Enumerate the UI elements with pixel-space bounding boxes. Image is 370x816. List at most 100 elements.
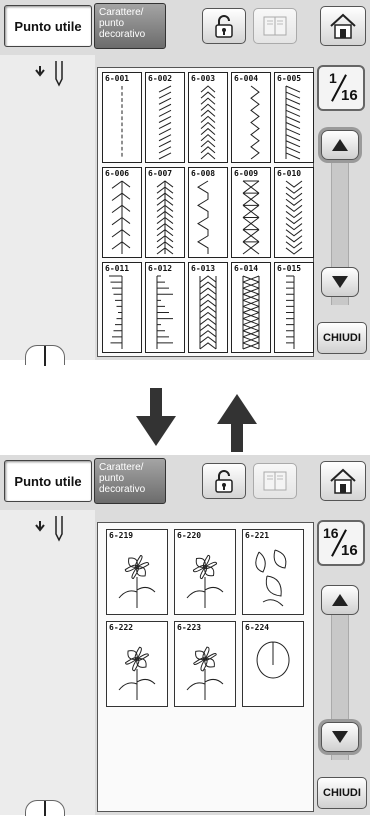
page-total: 16 bbox=[341, 542, 358, 559]
stitch-number: 6-220 bbox=[177, 531, 202, 540]
blanket-steps-stitch-icon bbox=[156, 275, 173, 349]
arrow-up-icon bbox=[332, 594, 348, 606]
left-panel bbox=[0, 55, 95, 366]
straight-stitch-icon bbox=[121, 86, 123, 157]
stitch-cell[interactable]: 6-012 bbox=[145, 262, 185, 353]
circle-stitch-icon bbox=[256, 641, 290, 679]
book-icon bbox=[263, 471, 287, 491]
transition-arrows bbox=[0, 360, 370, 455]
stitch-number: 6-221 bbox=[245, 531, 270, 540]
tab-utility-stitch[interactable]: Punto utile bbox=[4, 460, 92, 502]
stitch-number: 6-014 bbox=[234, 264, 259, 273]
stitch-number: 6-011 bbox=[105, 264, 130, 273]
stitch-number: 6-010 bbox=[277, 169, 302, 178]
book-button[interactable] bbox=[253, 8, 297, 44]
stitch-number: 6-015 bbox=[277, 264, 302, 273]
stitch-cell[interactable]: 6-221 bbox=[242, 529, 304, 615]
page-up-button[interactable] bbox=[321, 585, 359, 615]
feather-left-stitch-icon bbox=[111, 180, 131, 254]
chevron-band-stitch-icon bbox=[199, 275, 217, 350]
stitch-cell[interactable]: 6-011 bbox=[102, 262, 142, 353]
slant-stitch-icon bbox=[158, 85, 172, 160]
stitch-cell[interactable]: 6-223 bbox=[174, 621, 236, 707]
stitch-number: 6-223 bbox=[177, 623, 202, 632]
wave-zigzag-stitch-icon bbox=[197, 180, 209, 254]
floral-3-stitch-icon bbox=[118, 646, 156, 700]
stitch-cell[interactable]: 6-222 bbox=[106, 621, 168, 707]
book-button[interactable] bbox=[253, 463, 297, 499]
stitch-number: 6-004 bbox=[234, 74, 259, 83]
stitch-number: 6-222 bbox=[109, 623, 134, 632]
page-current: 16 bbox=[323, 525, 339, 541]
lock-button[interactable] bbox=[202, 463, 246, 499]
stitch-number: 6-003 bbox=[191, 74, 216, 83]
presser-foot-icon bbox=[25, 800, 65, 816]
arrow-up-icon bbox=[217, 394, 257, 452]
tab-decorative-line2: punto bbox=[99, 473, 125, 484]
stitch-cell[interactable]: 6-219 bbox=[106, 529, 168, 615]
arrow-down-icon bbox=[136, 388, 176, 446]
tab-decorative-stitch[interactable]: Carattere/ punto decorativo bbox=[94, 458, 166, 504]
stitch-number: 6-219 bbox=[109, 531, 134, 540]
home-button[interactable] bbox=[320, 461, 366, 501]
stitch-cell[interactable]: 6-010 bbox=[274, 167, 314, 258]
needle-icon bbox=[35, 61, 63, 87]
stitch-number: 6-006 bbox=[105, 169, 130, 178]
tab-decorative-stitch[interactable]: Carattere/ punto decorativo bbox=[94, 3, 166, 49]
arrow-down-icon bbox=[332, 276, 348, 288]
stitch-cell[interactable]: 6-004 bbox=[231, 72, 271, 163]
stitch-cell[interactable]: 6-007 bbox=[145, 167, 185, 258]
close-button[interactable]: CHIUDI bbox=[317, 322, 367, 354]
home-icon bbox=[330, 13, 356, 39]
stitch-cell[interactable]: 6-009 bbox=[231, 167, 271, 258]
home-button[interactable] bbox=[320, 6, 366, 46]
stitch-number: 6-009 bbox=[234, 169, 259, 178]
double-chevron-stitch-icon bbox=[242, 275, 260, 350]
stitch-cell[interactable]: 6-008 bbox=[188, 167, 228, 258]
left-panel bbox=[0, 510, 95, 816]
close-button[interactable]: CHIUDI bbox=[317, 777, 367, 809]
stitch-cell[interactable]: 6-015 bbox=[274, 262, 314, 353]
chevron-stack-stitch-icon bbox=[285, 180, 303, 255]
stitch-number: 6-002 bbox=[148, 74, 173, 83]
stitch-cell[interactable]: 6-002 bbox=[145, 72, 185, 163]
chevron-up-stitch-icon bbox=[200, 85, 216, 160]
page-up-button[interactable] bbox=[321, 130, 359, 160]
tab-utility-stitch[interactable]: Punto utile bbox=[4, 5, 92, 47]
ladder-diag-stitch-icon bbox=[285, 85, 301, 160]
stitch-cell[interactable]: 6-224 bbox=[242, 621, 304, 707]
tab-decorative-line1: Carattere/ bbox=[99, 462, 144, 473]
page-indicator: 16 16 bbox=[317, 520, 365, 566]
stitch-cell[interactable]: 6-003 bbox=[188, 72, 228, 163]
comb-stitch-icon bbox=[286, 275, 295, 349]
screen-top: Punto utile Carattere/ punto decorativo … bbox=[0, 0, 370, 366]
tab-decorative-line3: decorativo bbox=[99, 484, 146, 495]
arrow-down-icon bbox=[332, 731, 348, 743]
stitch-number: 6-224 bbox=[245, 623, 270, 632]
blanket-left-stitch-icon bbox=[109, 275, 123, 349]
stitch-number: 6-007 bbox=[148, 169, 173, 178]
lock-icon bbox=[215, 470, 233, 493]
stitch-cell[interactable]: 6-013 bbox=[188, 262, 228, 353]
page-down-button[interactable] bbox=[321, 267, 359, 297]
floral-2-stitch-icon bbox=[186, 554, 224, 608]
top-toolbar: Punto utile Carattere/ punto decorativo bbox=[0, 455, 370, 510]
tab-decorative-line2: punto bbox=[99, 18, 125, 29]
zigzag-vert-stitch-icon bbox=[250, 85, 260, 160]
stitch-cell[interactable]: 6-005 bbox=[274, 72, 314, 163]
page-current: 1 bbox=[329, 70, 337, 86]
floral-4-stitch-icon bbox=[186, 646, 224, 700]
stitch-number: 6-012 bbox=[148, 264, 173, 273]
page-down-button[interactable] bbox=[321, 722, 359, 752]
lock-button[interactable] bbox=[202, 8, 246, 44]
arrow-up-icon bbox=[332, 139, 348, 151]
stitch-cell[interactable]: 6-006 bbox=[102, 167, 142, 258]
top-toolbar: Punto utile Carattere/ punto decorativo bbox=[0, 0, 370, 55]
screen-bottom: Punto utile Carattere/ punto decorativo … bbox=[0, 455, 370, 816]
stitch-cell[interactable]: 6-220 bbox=[174, 529, 236, 615]
stitch-number: 6-013 bbox=[191, 264, 216, 273]
stitch-number: 6-005 bbox=[277, 74, 302, 83]
tab-decorative-line1: Carattere/ bbox=[99, 7, 144, 18]
stitch-cell[interactable]: 6-014 bbox=[231, 262, 271, 353]
stitch-cell[interactable]: 6-001 bbox=[102, 72, 142, 163]
